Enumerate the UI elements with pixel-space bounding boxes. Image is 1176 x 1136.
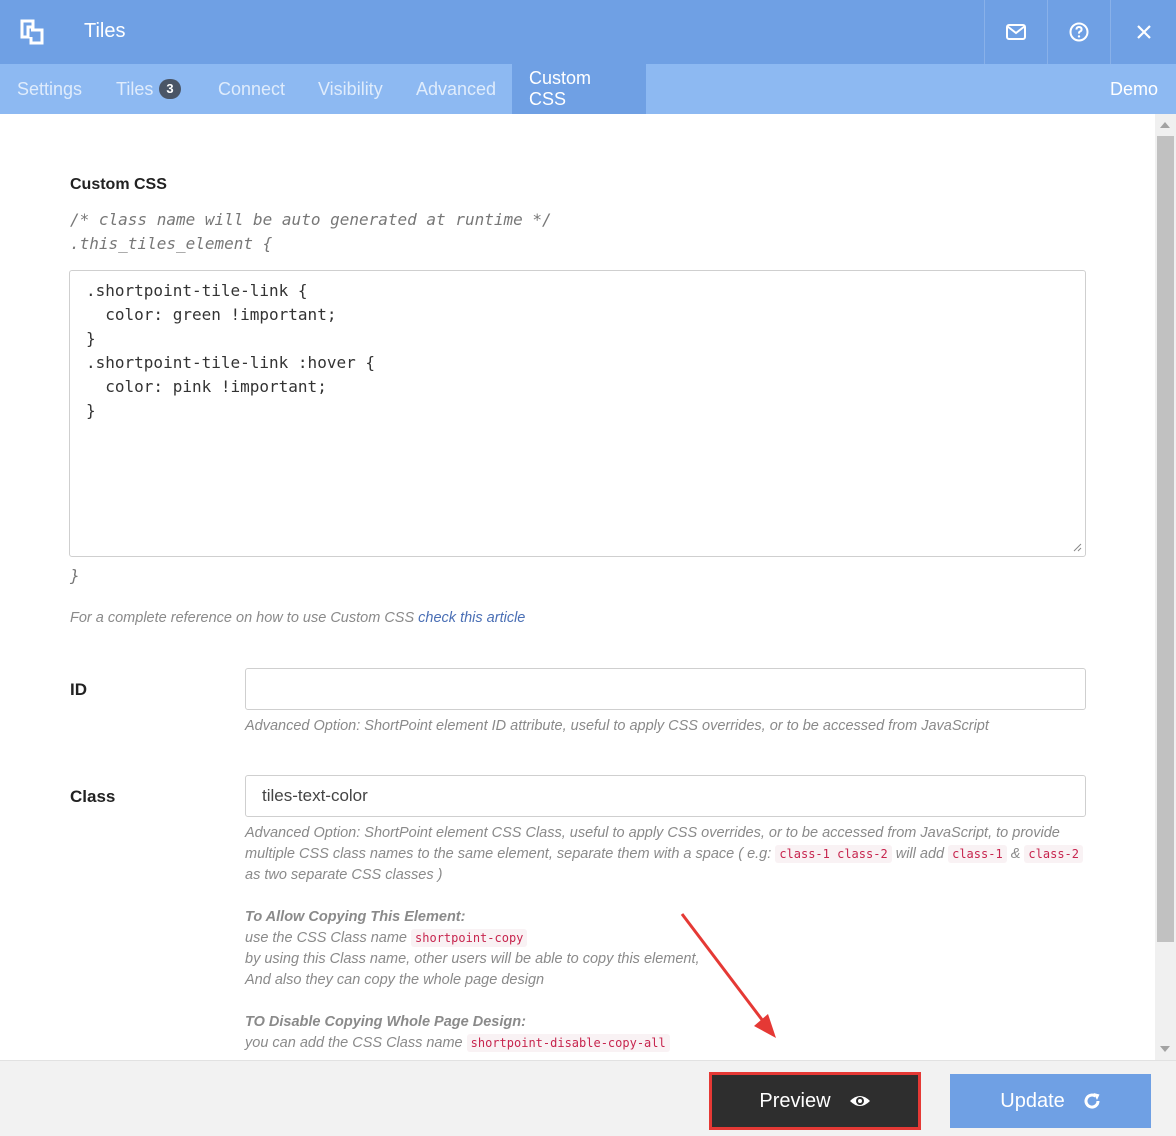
class-help: Advanced Option: ShortPoint element CSS …: [245, 823, 1090, 886]
help-button[interactable]: [1047, 0, 1109, 64]
tab-label: Settings: [17, 78, 83, 99]
class-input[interactable]: [245, 775, 1086, 817]
preview-label: Preview: [759, 1089, 831, 1112]
css-selector-close: }: [70, 566, 80, 585]
scroll-up-icon[interactable]: [1160, 122, 1170, 128]
code-snippet: class-2: [1024, 845, 1083, 863]
close-icon: [1136, 25, 1151, 39]
id-help: Advanced Option: ShortPoint element ID a…: [245, 718, 989, 734]
code-snippet: class-1 class-2: [775, 845, 892, 863]
tab-label: Visibility: [318, 78, 383, 99]
code-snippet: class-1: [948, 845, 1007, 863]
code-snippet: shortpoint-disable-copy-all: [466, 1034, 670, 1052]
demo-label[interactable]: Demo: [1110, 64, 1158, 114]
class-label: Class: [70, 787, 116, 806]
help-icon: [1069, 22, 1088, 42]
copy-instruction: use the CSS Class name shortpoint-copy: [245, 928, 1090, 949]
copy-line: And also they can copy the whole page de…: [245, 972, 545, 988]
tab-tiles[interactable]: Tiles 3: [99, 64, 198, 114]
help-text-segment: as two separate CSS classes ): [245, 867, 443, 883]
mail-icon: [1005, 24, 1026, 40]
custom-css-title: Custom CSS: [70, 176, 167, 193]
copy-heading: To Allow Copying This Element:: [245, 909, 466, 925]
scroll-thumb[interactable]: [1157, 136, 1174, 942]
preview-button[interactable]: Preview: [709, 1072, 921, 1130]
help-text-segment: you can add the CSS Class name: [245, 1035, 467, 1051]
id-label: ID: [70, 680, 87, 699]
css-selector-open: .this_tiles_element {: [70, 234, 273, 253]
reference-text: For a complete reference on how to use C…: [70, 610, 419, 626]
resize-grip-icon[interactable]: [1072, 542, 1082, 552]
title-bar: Tiles: [0, 0, 1176, 64]
footer-bar: Preview Update: [0, 1060, 1176, 1136]
check-article-link[interactable]: check this article: [418, 610, 525, 626]
close-button[interactable]: [1110, 0, 1176, 64]
disable-instruction: you can add the CSS Class name shortpoin…: [245, 1033, 1090, 1054]
code-snippet: shortpoint-copy: [411, 929, 528, 947]
help-text-segment: will add: [891, 846, 949, 862]
vertical-scrollbar[interactable]: [1155, 114, 1176, 1060]
custom-css-textarea[interactable]: .shortpoint-tile-link { color: green !im…: [69, 270, 1086, 557]
css-comment: /* class name will be auto generated at …: [70, 210, 552, 229]
disable-copy-help: TO Disable Copying Whole Page Design: yo…: [245, 1012, 1090, 1054]
tab-label: Advanced: [416, 78, 497, 99]
shortpoint-logo-icon: [20, 19, 44, 45]
mail-button[interactable]: [984, 0, 1046, 64]
css-reference-text: For a complete reference on how to use C…: [70, 608, 525, 629]
tab-label: Connect: [218, 78, 286, 99]
tab-label: Tiles: [116, 78, 154, 99]
disable-heading: TO Disable Copying Whole Page Design:: [245, 1014, 526, 1030]
tab-label: Custom CSS: [529, 68, 592, 109]
scroll-down-icon[interactable]: [1160, 1046, 1170, 1052]
content-area: Custom CSS /* class name will be auto ge…: [0, 114, 1155, 1060]
update-label: Update: [1000, 1089, 1065, 1112]
app-title: Tiles: [84, 20, 126, 42]
tab-advanced[interactable]: Advanced: [399, 64, 513, 114]
copy-line: by using this Class name, other users wi…: [245, 951, 700, 967]
tile-count-badge: 3: [159, 79, 181, 99]
refresh-icon: [1084, 1093, 1100, 1109]
help-text-segment: use the CSS Class name: [245, 930, 412, 946]
tab-connect[interactable]: Connect: [201, 64, 302, 114]
tab-custom-css[interactable]: Custom CSS: [512, 64, 646, 114]
copy-help: To Allow Copying This Element: use the C…: [245, 907, 1090, 991]
tab-visibility[interactable]: Visibility: [301, 64, 400, 114]
tab-bar: Settings Tiles 3 Connect Visibility Advan…: [0, 64, 1176, 114]
id-input[interactable]: [245, 668, 1086, 710]
tab-settings[interactable]: Settings: [0, 64, 99, 114]
update-button[interactable]: Update: [950, 1074, 1151, 1128]
help-text-segment: &: [1006, 846, 1025, 862]
eye-icon: [849, 1096, 870, 1106]
